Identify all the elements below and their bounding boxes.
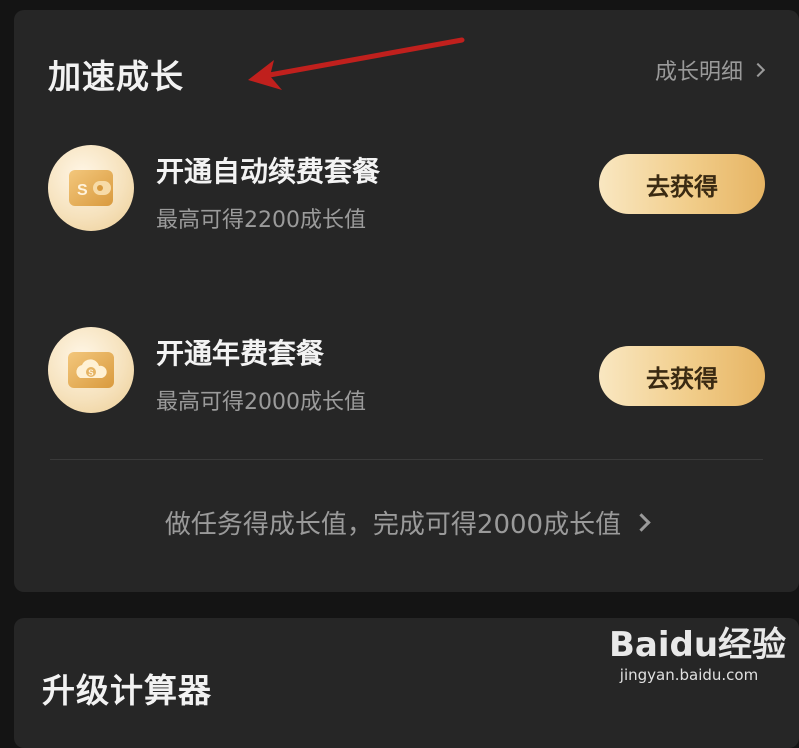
task-title: 开通年费套餐	[156, 337, 325, 370]
wallet-icon: S	[48, 145, 134, 231]
annotation-arrow-icon	[248, 37, 465, 90]
task-footer-label: 做任务得成长值，完成可得2000成长值	[164, 510, 622, 540]
task-item-annual-plan: S 开通年费套餐 最高可得2000成长值 去获得	[14, 322, 799, 422]
svg-text:S: S	[77, 182, 88, 199]
task-footer-link[interactable]: 做任务得成长值，完成可得2000成长值	[14, 504, 799, 541]
cloud-coin-icon: S	[48, 327, 134, 413]
chevron-right-icon	[632, 513, 651, 532]
section-title-accelerate: 加速成长	[48, 57, 184, 96]
section-title-calculator: 升级计算器	[42, 671, 212, 710]
watermark-url: jingyan.baidu.com	[619, 666, 759, 684]
task-subtitle: 最高可得2000成长值	[156, 390, 366, 415]
task-subtitle: 最高可得2200成长值	[156, 208, 366, 233]
task-title: 开通自动续费套餐	[156, 155, 381, 188]
chevron-right-icon	[750, 62, 766, 78]
baidu-watermark: Baidu经验 jingyan.baidu.com	[609, 625, 787, 684]
get-button-auto-renew[interactable]: 去获得	[599, 154, 765, 214]
growth-detail-label: 成长明细	[654, 60, 743, 85]
watermark-brand: Baidu经验	[609, 625, 787, 665]
svg-text:S: S	[88, 369, 94, 378]
divider	[50, 459, 763, 460]
task-item-auto-renew: S 开通自动续费套餐 最高可得2200成长值 去获得	[14, 140, 799, 240]
get-button-annual-plan[interactable]: 去获得	[599, 346, 765, 406]
growth-detail-link[interactable]: 成长明细	[654, 54, 766, 86]
